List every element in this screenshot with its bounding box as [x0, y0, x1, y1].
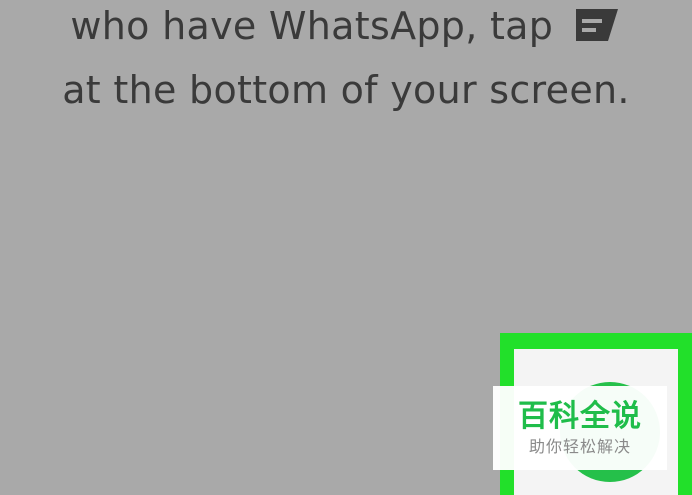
watermark-title: 百科全说 [518, 399, 642, 434]
instruction-line-2: at the bottom of your screen. [0, 68, 692, 112]
instruction-line-1: who have WhatsApp, tap [0, 4, 692, 48]
watermark-logo: 百科全说 助你轻松解决 [493, 386, 667, 470]
instruction-text-2: at the bottom of your screen. [62, 68, 630, 112]
app-screen: who have WhatsApp, tap at the bottom of … [0, 0, 692, 495]
new-chat-icon [572, 7, 622, 43]
instruction-text-1: who have WhatsApp, tap [70, 4, 554, 48]
watermark-subtitle: 助你轻松解决 [528, 437, 631, 456]
